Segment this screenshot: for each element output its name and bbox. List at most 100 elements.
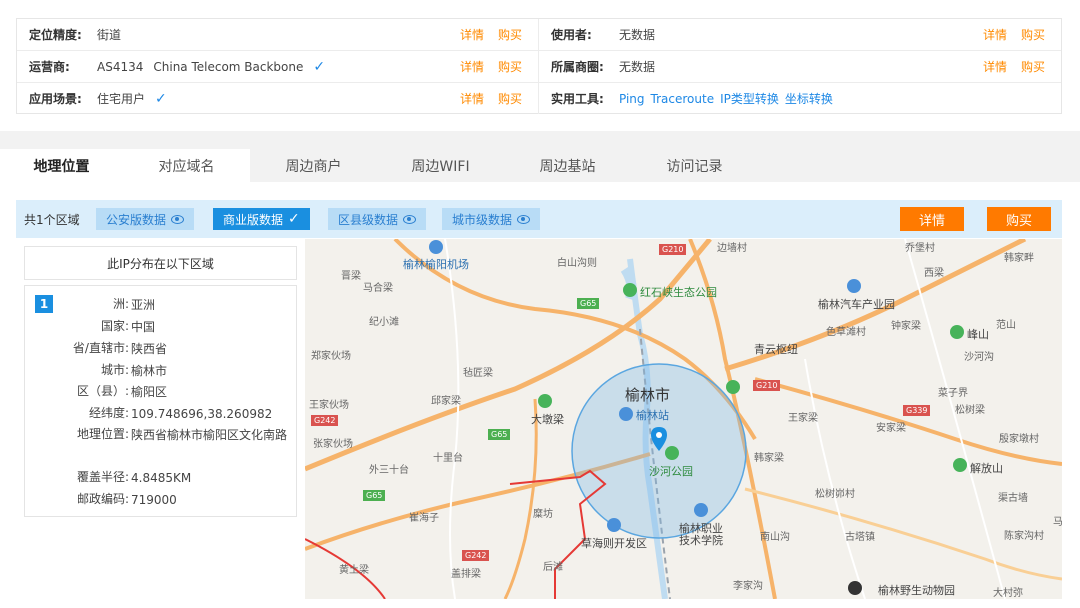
radius-value: 4.8485KM	[131, 471, 192, 485]
airport-icon	[429, 240, 443, 254]
data-filter-bar: 共1个区域 公安版数据 商业版数据 ✓ 区县级数据 城市级数据 详情 购买	[16, 200, 1062, 238]
map-label-qiujia: 邱家梁	[431, 396, 461, 407]
map-label-fanshan: 范山	[996, 320, 1016, 331]
scene-detail-link[interactable]: 详情	[460, 90, 484, 107]
county-data-button[interactable]: 区县级数据	[328, 208, 427, 230]
mountain-icon	[950, 325, 964, 339]
police-data-button[interactable]: 公安版数据	[96, 208, 195, 230]
precision-detail-link[interactable]: 详情	[460, 26, 484, 43]
continent-value: 亚洲	[131, 298, 156, 312]
filter-buy-button[interactable]: 购买	[987, 207, 1051, 231]
map-label-cuihaizi: 崔海子	[409, 513, 439, 524]
business-area-detail-link[interactable]: 详情	[983, 58, 1007, 75]
map-label-zhongjia: 钟家梁	[891, 321, 921, 332]
map-label-hanjiapan: 韩家畔	[1004, 253, 1034, 264]
map-label-shahegou: 沙河沟	[964, 352, 994, 363]
city-row: 城市: 榆林市	[25, 361, 295, 382]
precision-key: 定位精度:	[29, 28, 82, 42]
mountain-icon	[953, 458, 967, 472]
dev-zone-icon	[607, 518, 621, 532]
location-pin-dot	[656, 432, 662, 438]
tab-nearby-merchants[interactable]: 周边商户	[250, 149, 377, 182]
postcode-key: 邮政编码:	[76, 492, 129, 506]
map-label-zhangjia: 张家伙场	[313, 439, 353, 450]
map-label-houwa: 后滩	[543, 562, 563, 573]
tab-domain[interactable]: 对应域名	[123, 149, 250, 182]
map-label-dadunliang: 大墩梁	[531, 413, 564, 426]
map-label-anjia: 安家梁	[876, 423, 906, 434]
province-value: 陕西省	[131, 342, 168, 356]
radius-key: 覆盖半径:	[76, 470, 129, 484]
filter-detail-button[interactable]: 详情	[900, 207, 964, 231]
operator-detail-link[interactable]: 详情	[460, 58, 484, 75]
info-cell-precision: 定位精度: 街道 详情 购买	[17, 19, 539, 50]
continent-row: 洲: 亚洲	[25, 295, 295, 316]
map-label-qingyun: 青云枢纽	[754, 343, 798, 356]
map-label-jiefangshan: 解放山	[970, 462, 1003, 475]
map-label-nanshan: 南山沟	[760, 532, 790, 543]
eye-icon	[517, 214, 531, 224]
tab-access-log[interactable]: 访问记录	[631, 149, 758, 182]
user-value: 无数据	[619, 28, 656, 42]
operator-buy-link[interactable]: 购买	[498, 58, 522, 75]
user-detail-link[interactable]: 详情	[983, 26, 1007, 43]
map-label-secao: 色草滩村	[826, 327, 866, 338]
tab-nearby-wifi[interactable]: 周边WIFI	[377, 149, 504, 182]
user-buy-link[interactable]: 购买	[1021, 26, 1045, 43]
scene-key: 应用场景:	[29, 92, 82, 106]
map-label-edge: 马	[1053, 517, 1062, 528]
district-key: 区（县）:	[76, 384, 129, 398]
city-data-button[interactable]: 城市级数据	[442, 208, 541, 230]
radius-row: 覆盖半径: 4.8485KM	[25, 468, 295, 489]
business-area-buy-link[interactable]: 购买	[1021, 58, 1045, 75]
mountain-icon	[538, 394, 552, 408]
continent-key: 洲:	[112, 297, 129, 311]
eye-icon	[171, 214, 185, 224]
business-area-value: 无数据	[619, 60, 656, 74]
tool-ip-convert-link[interactable]: IP类型转换	[720, 90, 779, 107]
map-label-lijia: 李家沟	[733, 581, 763, 592]
tool-ping-link[interactable]: Ping	[619, 92, 645, 106]
road-shield-g210: G210	[753, 380, 781, 391]
county-data-label: 区县级数据	[338, 212, 399, 227]
minor-road	[904, 239, 1006, 599]
station-icon	[619, 407, 633, 421]
location-map[interactable]: G210 G65 G242 G65 G210 G65 G339 G242 榆林榆…	[305, 239, 1062, 599]
map-label-xiqiao: 西梁	[924, 268, 944, 279]
map-label-bianqiang: 边墙村	[717, 243, 747, 254]
operator-key: 运营商:	[29, 60, 70, 74]
map-label-mihuo: 糜坊	[533, 509, 553, 520]
info-row-precision: 定位精度: 街道 详情 购买 使用者: 无数据 详情 购买	[17, 19, 1061, 51]
info-row-operator: 运营商: AS4134 China Telecom Backbone ✓ 详情 …	[17, 51, 1061, 83]
verified-check-icon: ✓	[155, 90, 167, 107]
map-label-wangjia: 王家伙场	[309, 400, 349, 411]
industrial-park-icon	[847, 279, 861, 293]
tab-geo-location[interactable]: 地理位置	[0, 149, 123, 182]
commercial-data-button[interactable]: 商业版数据 ✓	[213, 208, 310, 230]
map-label-city: 榆林市	[625, 386, 671, 404]
map-label-fengshan: 峰山	[967, 328, 989, 341]
map-label-yinjia: 殷家墩村	[999, 434, 1039, 445]
map-label-qiaojia: 乔堡村	[905, 243, 935, 254]
map-label-baishan: 白山沟则	[557, 258, 597, 269]
coordinates-key: 经纬度:	[88, 406, 129, 420]
school-icon	[694, 503, 708, 517]
distribution-panel: 1 洲: 亚洲 国家: 中国 省/直辖市: 陕西省 城市: 榆林市 区（县）: …	[24, 285, 297, 517]
city-value: 榆林市	[131, 364, 168, 378]
city-key: 城市:	[100, 363, 129, 377]
tools-key: 实用工具:	[551, 92, 604, 106]
tool-traceroute-link[interactable]: Traceroute	[651, 92, 715, 106]
precision-buy-link[interactable]: 购买	[498, 26, 522, 43]
city-data-label: 城市级数据	[452, 212, 513, 227]
road-shield-g242: G242	[462, 550, 490, 561]
country-row: 国家: 中国	[25, 317, 295, 338]
tab-nearby-stations[interactable]: 周边基站	[504, 149, 631, 182]
scene-buy-link[interactable]: 购买	[498, 90, 522, 107]
map-label-college: 榆林职业技术学院	[679, 522, 723, 547]
tool-coord-convert-link[interactable]: 坐标转换	[785, 90, 833, 107]
distribution-title: 此IP分布在以下区域	[24, 246, 297, 280]
province-row: 省/直辖市: 陕西省	[25, 339, 295, 360]
road-shield-g242: G242	[311, 415, 339, 426]
province-key: 省/直辖市:	[72, 341, 129, 355]
road-shield-g65: G65	[577, 298, 600, 309]
